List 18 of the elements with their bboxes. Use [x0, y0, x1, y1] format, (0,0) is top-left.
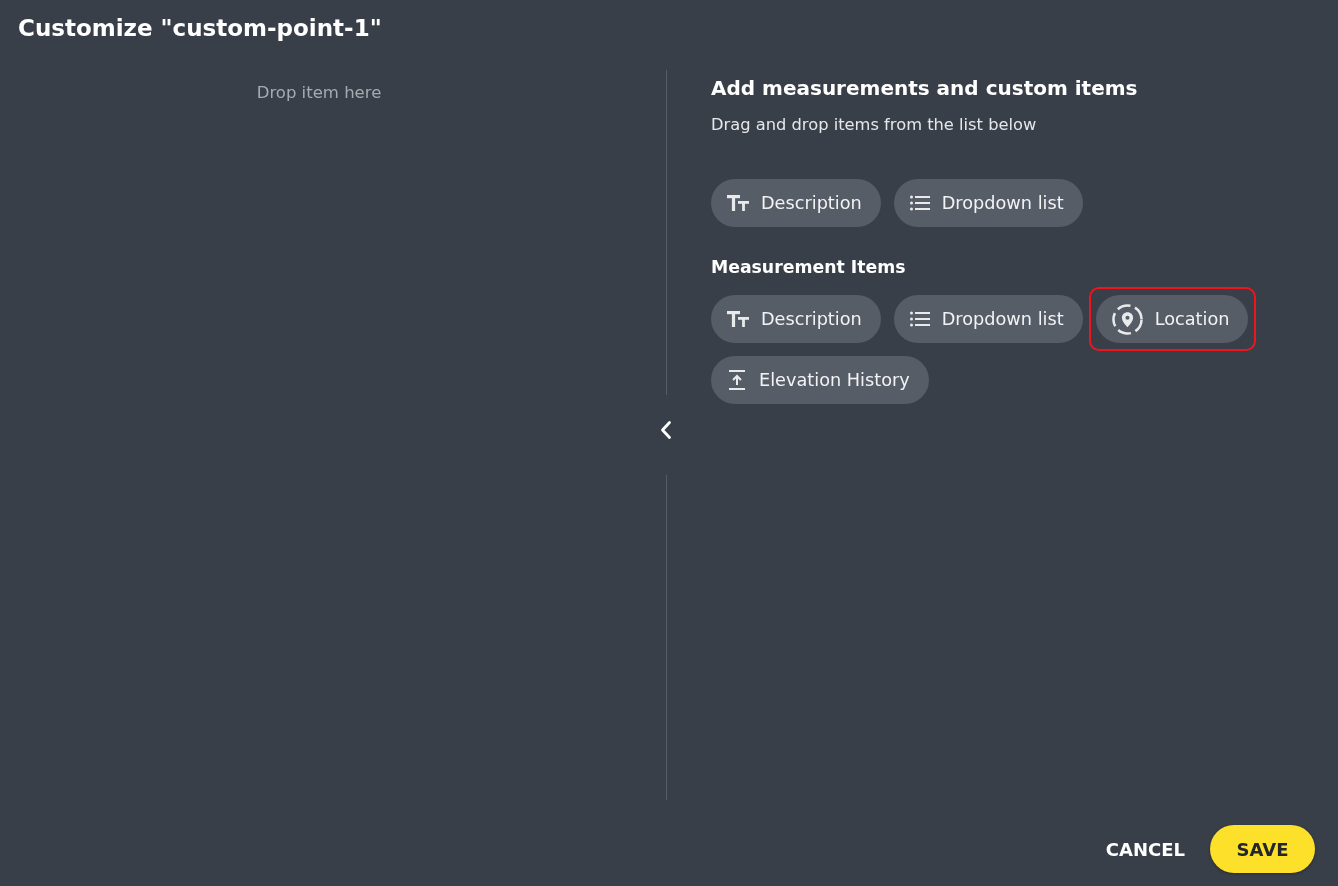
- palette-subheading: Drag and drop items from the list below: [711, 114, 1037, 136]
- item-chip[interactable]: Dropdown list: [893, 179, 1083, 227]
- drop-zone-hint: Drop item here: [256, 82, 382, 104]
- save-button[interactable]: SAVE: [1210, 825, 1315, 873]
- list-icon: [909, 311, 930, 327]
- location-pin-icon: [1111, 303, 1143, 335]
- item-chip[interactable]: Description: [711, 179, 881, 227]
- item-chip[interactable]: Dropdown list: [893, 295, 1083, 343]
- text-format-icon: [727, 310, 749, 328]
- chevron-left-icon: [660, 420, 672, 440]
- list-icon: [909, 195, 930, 211]
- section-heading: Measurement Items: [711, 256, 906, 279]
- cancel-button[interactable]: CANCEL: [1093, 825, 1197, 873]
- dialog-title: Customize "custom-point-1": [18, 14, 382, 43]
- item-chip[interactable]: Elevation History: [711, 356, 929, 404]
- palette-heading: Add measurements and custom items: [711, 75, 1138, 101]
- item-chip[interactable]: Description: [711, 295, 881, 343]
- text-format-icon: [727, 194, 749, 212]
